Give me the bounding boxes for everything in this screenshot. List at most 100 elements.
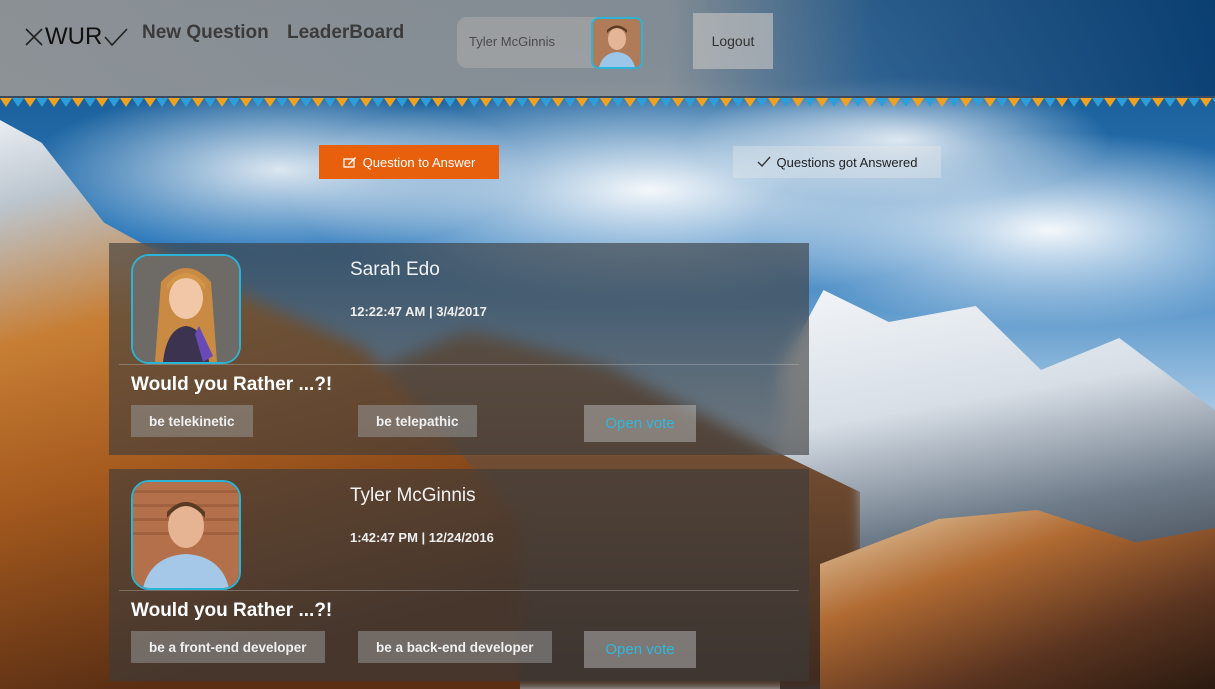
bunting-flag [408,98,420,107]
bunting-flag [36,98,48,107]
nav-leaderboard[interactable]: LeaderBoard [287,22,404,44]
bunting-flag [1056,98,1068,107]
tab-question-to-answer-label: Question to Answer [362,154,476,170]
bunting-flag [264,98,276,107]
question-card: Tyler McGinnis 1:42:47 PM | 12/24/2016 W… [109,469,809,681]
bunting-flag [816,98,828,107]
logo-text: WUR [45,23,103,50]
bunting-flag [1044,98,1056,107]
bunting-flag [1176,98,1188,107]
bunting-flag [444,98,456,107]
bunting-flag [108,98,120,107]
bunting-flag [912,98,924,107]
nav-new-question[interactable]: New Question [142,22,269,44]
bunting-flag [696,98,708,107]
bunting-flag [300,98,312,107]
tab-questions-answered[interactable]: Questions got Answered [733,146,941,178]
bunting-flag [840,98,852,107]
bunting-flag [780,98,792,107]
bunting-flag [1140,98,1152,107]
bunting-flag [504,98,516,107]
bunting-flag [876,98,888,107]
bunting-flag [576,98,588,107]
logout-button[interactable]: Logout [693,13,773,69]
current-user-name: Tyler McGinnis [469,34,555,49]
question-title: Would you Rather ...?! [131,374,333,395]
question-author: Sarah Edo [350,259,440,280]
bunting-flag [768,98,780,107]
bunting-flag [684,98,696,107]
bunting-flag [1164,98,1176,107]
bunting-flag [900,98,912,107]
bunting-flag [1116,98,1128,107]
bunting-decoration [0,96,1215,108]
bunting-flag [252,98,264,107]
check-icon [757,156,771,168]
bunting-flag [468,98,480,107]
open-vote-button[interactable]: Open vote [584,405,696,442]
question-card: Sarah Edo 12:22:47 AM | 3/4/2017 Would y… [109,243,809,455]
bunting-flag [984,98,996,107]
bunting-flag [672,98,684,107]
bunting-flag [216,98,228,107]
bunting-flag [132,98,144,107]
option-one-button[interactable]: be telekinetic [131,405,253,437]
bunting-flag [864,98,876,107]
bunting-flag [312,98,324,107]
bunting-flag [1104,98,1116,107]
bunting-flag [1188,98,1200,107]
bunting-flag [744,98,756,107]
bunting-flag [1032,98,1044,107]
bunting-flag [456,98,468,107]
bunting-flag [144,98,156,107]
bunting-flag [192,98,204,107]
bunting-flag [372,98,384,107]
bunting-flag [0,98,12,107]
bunting-flag [360,98,372,107]
bunting-flag [612,98,624,107]
bunting-flag [708,98,720,107]
bunting-flag [120,98,132,107]
bunting-flag [960,98,972,107]
bunting-flag [492,98,504,107]
bunting-flag [60,98,72,107]
bunting-flag [1068,98,1080,107]
bunting-flag [636,98,648,107]
bunting-flag [480,98,492,107]
bunting-flag [276,98,288,107]
bunting-flag [828,98,840,107]
bunting-flag [96,98,108,107]
bunting-flag [936,98,948,107]
bunting-flag [336,98,348,107]
bunting-flag [288,98,300,107]
bunting-flag [924,98,936,107]
option-one-button[interactable]: be a front-end developer [131,631,325,663]
question-timestamp: 12:22:47 AM | 3/4/2017 [350,304,487,319]
bunting-flag [624,98,636,107]
bunting-flag [972,98,984,107]
bunting-flag [228,98,240,107]
bunting-flag [24,98,36,107]
bunting-flag [420,98,432,107]
question-timestamp: 1:42:47 PM | 12/24/2016 [350,530,494,545]
bunting-flag [1092,98,1104,107]
author-avatar [131,480,241,590]
open-vote-button[interactable]: Open vote [584,631,696,668]
bunting-flag [804,98,816,107]
current-user: Tyler McGinnis [457,17,643,69]
option-two-button[interactable]: be telepathic [358,405,477,437]
bunting-flag [432,98,444,107]
bunting-flag [888,98,900,107]
logo-check-icon [103,26,129,48]
bunting-flag [180,98,192,107]
bunting-flag [528,98,540,107]
bunting-flag [1152,98,1164,107]
bunting-flag [792,98,804,107]
bunting-flag [1080,98,1092,107]
tab-question-to-answer[interactable]: Question to Answer [319,145,499,179]
app-logo[interactable]: WUR [24,22,129,52]
option-two-button[interactable]: be a back-end developer [358,631,552,663]
bunting-flag [660,98,672,107]
bunting-flag [204,98,216,107]
question-title: Would you Rather ...?! [131,600,333,621]
